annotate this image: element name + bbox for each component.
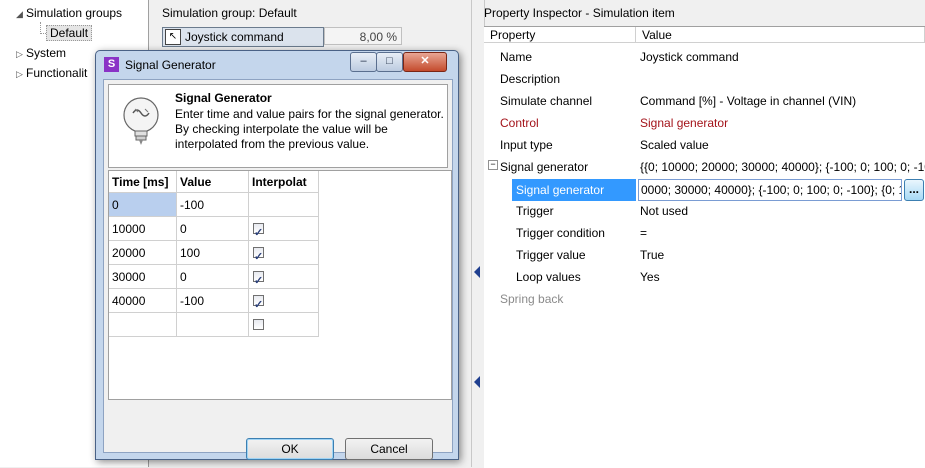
tree-item-functionality[interactable]: ▷ Functionalit xyxy=(16,64,87,82)
column-header-interpolate[interactable]: Interpolat xyxy=(249,171,319,193)
property-name[interactable]: Spring back xyxy=(500,288,563,310)
value-cell[interactable]: -100 xyxy=(177,193,249,217)
time-cell[interactable]: 40000 xyxy=(109,289,177,313)
property-name[interactable]: Description xyxy=(500,68,560,90)
dialog-title: Signal Generator xyxy=(125,58,216,72)
simulation-item-value[interactable]: 8,00 % xyxy=(324,27,402,45)
tree-item-label: Simulation groups xyxy=(26,6,123,20)
interpolate-checkbox[interactable] xyxy=(253,245,264,269)
interpolate-checkbox[interactable] xyxy=(253,319,264,330)
interpolate-cell[interactable] xyxy=(249,193,319,217)
property-name[interactable]: Signal generator xyxy=(516,179,604,201)
time-cell[interactable]: 10000 xyxy=(109,217,177,241)
tree-item-simulation-groups[interactable]: ◢ Simulation groups xyxy=(16,4,122,22)
property-value[interactable] xyxy=(640,68,925,90)
collapsed-arrow-icon[interactable]: ▷ xyxy=(16,65,26,83)
property-value[interactable]: True xyxy=(640,244,925,266)
banner-description: Enter time and value pairs for the signa… xyxy=(175,107,444,121)
panel-splitter[interactable] xyxy=(471,0,485,467)
value-cell[interactable]: -100 xyxy=(177,289,249,313)
dialog-banner: Signal Generator Enter time and value pa… xyxy=(108,84,448,168)
value-cell[interactable]: 0 xyxy=(177,265,249,289)
banner-title: Signal Generator xyxy=(175,91,272,105)
minimize-button[interactable]: – xyxy=(350,52,377,72)
property-name[interactable]: Input type xyxy=(500,134,553,156)
tree-item-label: System xyxy=(26,46,67,60)
collapse-icon[interactable]: − xyxy=(488,160,498,170)
tree-item-label: Default xyxy=(46,25,93,41)
property-value[interactable]: Command [%] - Voltage in channel (VIN) xyxy=(640,90,925,112)
property-value[interactable]: {{0; 10000; 20000; 30000; 40000}; {-100;… xyxy=(640,156,925,178)
expanded-arrow-icon[interactable]: ◢ xyxy=(16,5,26,23)
tree-item-system[interactable]: ▷ System xyxy=(16,44,66,62)
banner-description: interpolated from the previous value. xyxy=(175,137,370,151)
property-name[interactable]: Name xyxy=(500,46,532,68)
column-header-time[interactable]: Time [ms] xyxy=(109,171,177,193)
value-cell[interactable] xyxy=(177,313,249,337)
ok-button[interactable]: OK xyxy=(246,438,334,460)
property-inspector-title: Property Inspector - Simulation item xyxy=(484,6,675,20)
property-value[interactable]: Not used xyxy=(640,200,925,222)
interpolate-cell xyxy=(249,265,319,293)
simulation-group-title: Simulation group: Default xyxy=(162,6,297,20)
property-value[interactable] xyxy=(640,288,925,310)
collapse-left-arrow-icon[interactable] xyxy=(474,376,480,388)
property-grid: Property Value Name Joystick command Des… xyxy=(484,26,925,468)
dialog-client-area: Signal Generator Enter time and value pa… xyxy=(103,79,453,460)
value-cell[interactable]: 0 xyxy=(177,217,249,241)
collapsed-arrow-icon[interactable]: ▷ xyxy=(16,45,26,63)
interpolate-cell xyxy=(249,289,319,317)
signal-generator-edit-field[interactable]: 0000; 30000; 40000}; {-100; 0; 100; 0; -… xyxy=(638,179,902,201)
property-name[interactable]: Loop values xyxy=(516,266,581,288)
tree-item-default[interactable]: Default xyxy=(46,24,93,42)
property-value[interactable]: Yes xyxy=(640,266,925,288)
interpolate-cell xyxy=(249,217,319,245)
maximize-button[interactable]: □ xyxy=(376,52,403,72)
property-value[interactable]: Signal generator xyxy=(640,112,925,134)
collapse-left-arrow-icon[interactable] xyxy=(474,266,480,278)
time-cell[interactable]: 20000 xyxy=(109,241,177,265)
property-value[interactable]: = xyxy=(640,222,925,244)
interpolate-checkbox[interactable] xyxy=(253,269,264,293)
app-icon: S xyxy=(104,57,119,72)
interpolate-cell xyxy=(249,241,319,269)
property-value[interactable]: Scaled value xyxy=(640,134,925,156)
signal-generator-dialog: S Signal Generator – □ ✕ Signal Generato… xyxy=(95,50,459,460)
time-cell[interactable] xyxy=(109,313,177,337)
property-name[interactable]: Trigger value xyxy=(516,244,586,266)
property-name[interactable]: Control xyxy=(500,112,539,134)
lightbulb-icon xyxy=(123,97,159,145)
simulation-item-label: Joystick command xyxy=(185,30,284,44)
time-cell[interactable]: 0 xyxy=(109,193,177,217)
time-cell[interactable]: 30000 xyxy=(109,265,177,289)
property-name[interactable]: Trigger condition xyxy=(516,222,605,244)
tree-item-label: Functionalit xyxy=(26,66,88,80)
column-header-value[interactable]: Value xyxy=(177,171,249,193)
property-name[interactable]: Trigger xyxy=(516,200,554,222)
column-header-value[interactable]: Value xyxy=(636,27,925,43)
banner-description: By checking interpolate the value will b… xyxy=(175,122,388,136)
property-name[interactable]: Signal generator xyxy=(500,156,588,178)
column-header-property[interactable]: Property xyxy=(484,27,636,43)
close-button[interactable]: ✕ xyxy=(403,52,447,72)
interpolate-cell xyxy=(249,313,319,337)
property-value[interactable]: Joystick command xyxy=(640,46,925,68)
cancel-button[interactable]: Cancel xyxy=(345,438,433,460)
signal-table: Time [ms] Value Interpolat 0 -100 10000 … xyxy=(108,170,452,400)
property-name[interactable]: Simulate channel xyxy=(500,90,592,112)
ellipsis-button[interactable]: ... xyxy=(904,179,924,201)
interpolate-checkbox[interactable] xyxy=(253,221,264,245)
joystick-icon: ↖ xyxy=(165,29,181,45)
interpolate-checkbox[interactable] xyxy=(253,293,264,317)
value-cell[interactable]: 100 xyxy=(177,241,249,265)
simulation-item-joystick[interactable]: ↖ Joystick command xyxy=(162,27,324,47)
